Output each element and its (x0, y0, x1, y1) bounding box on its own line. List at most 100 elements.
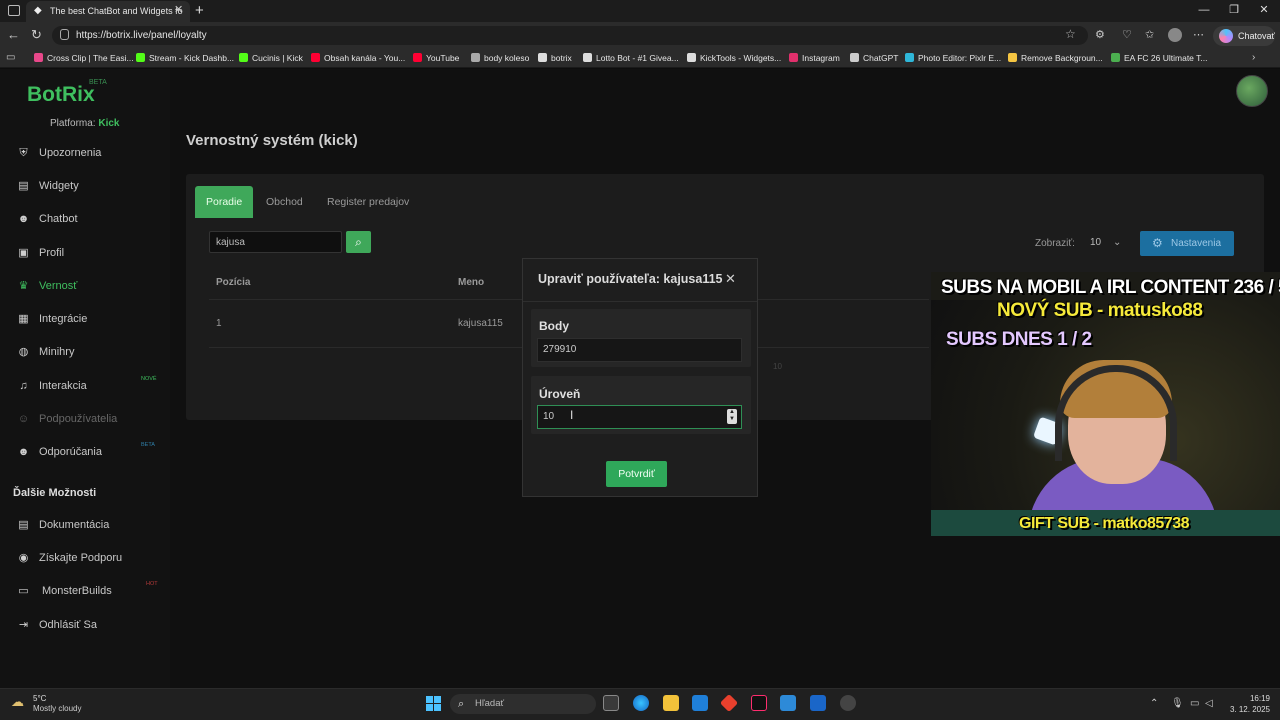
sidebar-item-users[interactable]: ☻ Odporúčania BETA (15, 442, 165, 462)
windows-start-icon[interactable] (426, 696, 441, 711)
confirm-button[interactable]: Potvrdiť (606, 461, 667, 487)
profile-avatar[interactable] (1168, 28, 1182, 42)
browser-tab[interactable]: The best ChatBot and Widgets fo (26, 1, 190, 22)
robot-icon: ☻ (17, 213, 30, 225)
bookmark-item[interactable]: Instagram (802, 52, 840, 64)
bookmark-favicon-icon (136, 53, 145, 62)
taskbar-search[interactable]: Hľadať (450, 694, 596, 714)
back-icon[interactable]: ← (7, 27, 20, 43)
number-spinner[interactable]: ▲ ▼ (727, 409, 737, 424)
sidebar-item-music[interactable]: ♫ Interakcia NOVÉ (15, 376, 165, 396)
extensions-icon[interactable]: ⚙ (1095, 28, 1105, 42)
sidebar-item-trophy[interactable]: ♛ Vernosť (15, 276, 165, 296)
points-label: Body (539, 319, 569, 333)
bookmark-item[interactable]: Photo Editor: Pixlr E... (918, 52, 1001, 64)
sidebar-item-label: Widgety (39, 180, 79, 192)
tray-chevron-up-icon[interactable]: ⌃ (1150, 697, 1158, 710)
bookmark-favicon-icon (471, 53, 480, 62)
table-cell-name: kajusa115 (458, 318, 503, 329)
bookmark-item[interactable]: ChatGPT (863, 52, 898, 64)
sidebar-item-shield[interactable]: ⛨ Upozornenia (15, 143, 165, 163)
clock-date[interactable]: 3. 12. 2025 (1212, 705, 1270, 715)
page-size-select[interactable]: 10 (1085, 231, 1132, 255)
monitor-icon: ▭ (18, 585, 29, 597)
search-button[interactable]: ⌕ (346, 231, 371, 253)
address-bar[interactable] (52, 26, 1088, 45)
weather-description[interactable]: Mostly cloudy (33, 704, 81, 714)
tab-sales-register[interactable]: Register predajov (316, 186, 420, 218)
browser-essentials-icon[interactable]: ♡ (1122, 28, 1132, 42)
sidebar-item-logout[interactable]: ⇥ Odhlásiť Sa (15, 615, 165, 635)
microphone-icon[interactable]: 🎙 (1171, 697, 1184, 710)
store-icon[interactable] (692, 695, 708, 711)
sidebar-item-subusers[interactable]: ☺ Podpoužívatelia (15, 409, 165, 429)
user-avatar[interactable] (1236, 75, 1268, 107)
favorite-star-icon[interactable]: ☆ (1065, 27, 1076, 42)
bookmark-item[interactable]: Remove Backgroun... (1021, 52, 1103, 64)
photos-icon[interactable] (810, 695, 826, 711)
platform-indicator: Platforma: Kick (50, 118, 119, 130)
window-close-icon[interactable]: ✕ (1254, 3, 1274, 18)
bookmark-favicon-icon (687, 53, 696, 62)
network-icon[interactable]: ▭ (1190, 697, 1199, 710)
weather-temperature[interactable]: 5°C (33, 694, 46, 704)
clock-time[interactable]: 16:19 (1212, 694, 1270, 704)
task-view-icon[interactable] (603, 695, 619, 711)
botrix-favicon-icon: ◆ (34, 5, 42, 16)
bookmark-item[interactable]: Lotto Bot - #1 Givea... (596, 52, 679, 64)
sidebar-item-book[interactable]: ▤ Dokumentácia (15, 515, 165, 535)
botrix-logo[interactable]: BotRix (27, 82, 95, 108)
url-text[interactable]: https://botrix.live/panel/loyalty (76, 29, 207, 42)
bookmarks-overflow-icon[interactable]: › (1252, 52, 1255, 64)
tab-ranking[interactable]: Poradie (195, 186, 254, 218)
more-menu-icon[interactable]: ⋯ (1193, 28, 1204, 42)
bookmark-item[interactable]: Cross Clip | The Easi... (47, 52, 134, 64)
users-icon: ☻ (17, 446, 30, 458)
file-explorer-icon[interactable] (663, 695, 679, 711)
weather-cloud-icon[interactable]: ☁ (11, 694, 29, 710)
bookmark-item[interactable]: YouTube (426, 52, 459, 64)
level-input[interactable]: 10 (537, 405, 742, 429)
bookmark-favicon-icon (789, 53, 798, 62)
integrations-icon: ▦ (18, 313, 29, 325)
bookmark-item[interactable]: Cucinis | Kick (252, 52, 303, 64)
bookmarks-menu-icon[interactable]: ▭ (6, 52, 15, 64)
column-header-position[interactable]: Pozícia (216, 277, 250, 289)
bookmark-item[interactable]: Obsah kanála - You... (324, 52, 405, 64)
refresh-icon[interactable]: ↻ (31, 27, 42, 43)
sidebar-item-widgets[interactable]: ▤ Widgety (15, 176, 165, 196)
bookmark-item[interactable]: EA FC 26 Ultimate T... (1124, 52, 1207, 64)
window-menu-icon[interactable] (8, 5, 20, 16)
sidebar-item-gamepad[interactable]: ◍ Minihry (15, 342, 165, 362)
points-input[interactable]: 279910 (537, 338, 742, 362)
sidebar-item-support[interactable]: ◉ Získajte Podporu (15, 548, 165, 568)
sidebar-item-monitor[interactable]: ▭ MonsterBuilds HOT (15, 581, 165, 601)
bookmark-item[interactable]: botrix (551, 52, 572, 64)
modal-divider (523, 301, 757, 302)
tab-shop[interactable]: Obchod (255, 186, 314, 218)
shield-icon: ⛨ (19, 147, 28, 159)
favorites-icon[interactable]: ✩ (1145, 28, 1154, 42)
sidebar-item-profile[interactable]: ▣ Profil (15, 243, 165, 263)
minimize-icon[interactable]: — (1194, 3, 1214, 18)
restore-icon[interactable]: ❐ (1224, 3, 1244, 18)
tiktok-icon[interactable] (751, 695, 767, 711)
bookmark-item[interactable]: Stream - Kick Dashb... (149, 52, 234, 64)
sidebar-item-label: Odporúčania (39, 446, 102, 458)
bookmark-favicon-icon (538, 53, 547, 62)
close-icon[interactable]: ✕ (725, 272, 736, 286)
tab-close-icon[interactable]: ✕ (174, 4, 183, 17)
search-input[interactable] (209, 231, 342, 253)
obs-icon[interactable] (840, 695, 856, 711)
new-tab-icon[interactable]: + (195, 2, 204, 19)
site-info-icon[interactable] (60, 29, 69, 40)
bookmark-item[interactable]: KickTools - Widgets... (700, 52, 781, 64)
sidebar-item-robot[interactable]: ☻ Chatbot (15, 209, 165, 229)
notepad-icon[interactable] (780, 695, 796, 711)
bookmark-item[interactable]: body koleso (484, 52, 529, 64)
column-header-name[interactable]: Meno (458, 277, 484, 289)
nav-badge: NOVÉ (141, 376, 157, 382)
sidebar-item-integrations[interactable]: ▦ Integrácie (15, 309, 165, 329)
page-size-label: Zobraziť: (1035, 238, 1075, 249)
edge-icon[interactable] (633, 695, 649, 711)
